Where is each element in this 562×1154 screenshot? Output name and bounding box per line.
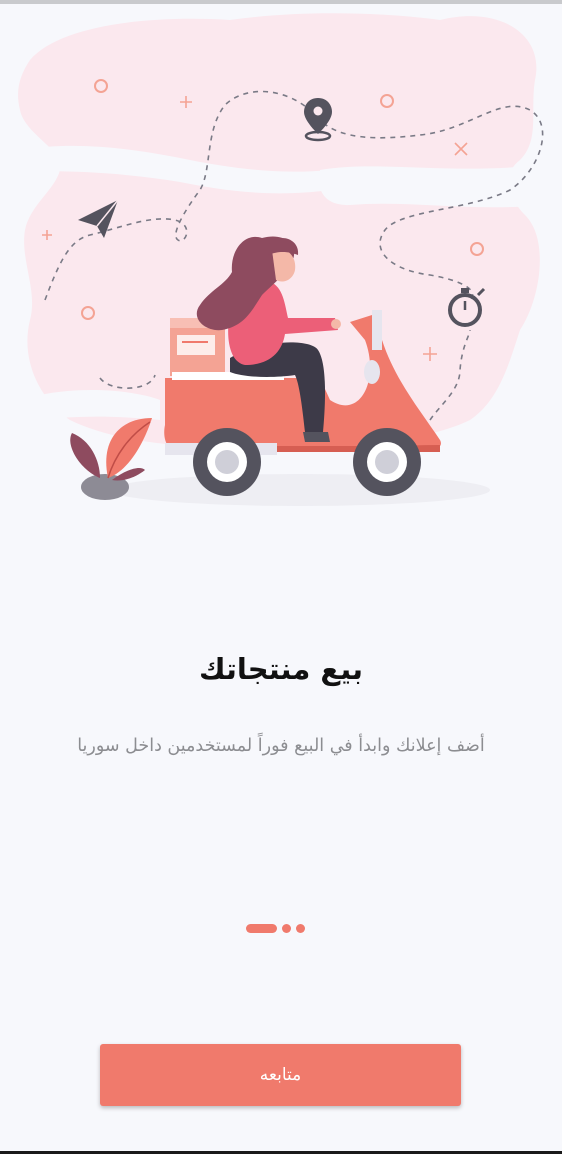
continue-button[interactable]: متابعه — [100, 1044, 461, 1106]
page-dot-active — [246, 923, 277, 933]
page-title: بيع منتجاتك — [199, 652, 363, 686]
page-indicator — [246, 923, 305, 933]
page-dot — [296, 923, 305, 933]
page-dot — [282, 923, 291, 933]
delivery-scooter-illustration — [18, 13, 545, 506]
page-subtitle: أضف إعلانك وابدأ في البيع فوراً لمستخدمي… — [77, 736, 485, 756]
continue-button-label: متابعه — [259, 1065, 302, 1085]
